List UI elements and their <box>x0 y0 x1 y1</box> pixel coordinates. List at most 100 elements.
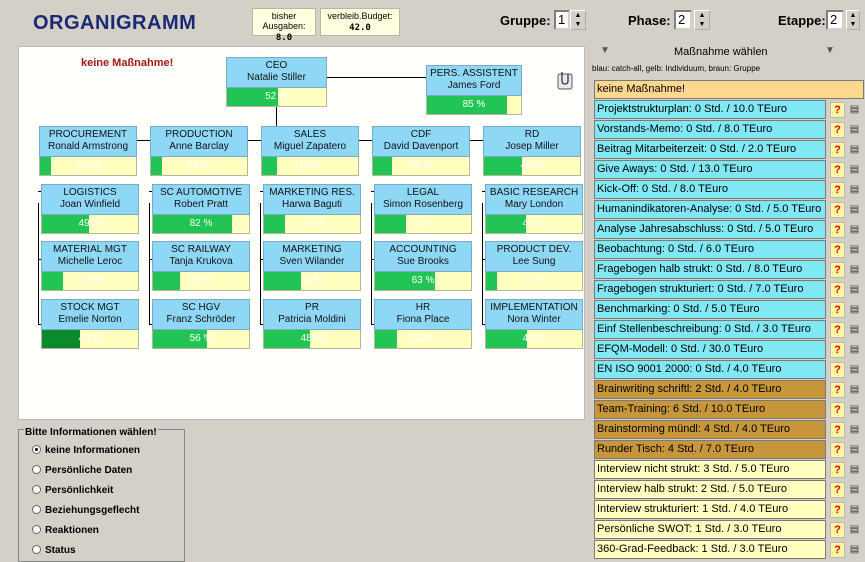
spin-down-icon[interactable]: ▼ <box>695 20 709 29</box>
document-icon[interactable]: ▤ <box>847 282 862 298</box>
org-node-sc-railway[interactable]: SC RAILWAY Tanja Krukova 28 % <box>152 241 250 291</box>
group-spinner-buttons[interactable]: ▲ ▼ <box>570 10 586 30</box>
org-node-marketing[interactable]: MARKETING Sven Wilander 39 % <box>263 241 361 291</box>
org-node-sc-hgv[interactable]: SC HGV Franz Schröder 56 % <box>152 299 250 349</box>
org-node-rd[interactable]: RD Josep Miller 40 % <box>483 126 581 176</box>
help-icon[interactable]: ? <box>830 342 845 358</box>
org-node-production[interactable]: PRODUCTION Anne Barclay 11 % <box>150 126 248 176</box>
org-node-stock-mgt[interactable]: STOCK MGT Emelie Norton 40 % <box>41 299 139 349</box>
measure-row[interactable]: Analyse Jahresabschluss: 0 Std. / 5.0 TE… <box>594 220 864 239</box>
measure-label[interactable]: Einf Stellenbeschreibung: 0 Std. / 3.0 T… <box>594 320 826 339</box>
measure-row[interactable]: Beobachtung: 0 Std. / 6.0 TEuro? ▤ <box>594 240 864 259</box>
help-icon[interactable]: ? <box>830 142 845 158</box>
measures-list[interactable]: keine Maßnahme! Projektstrukturplan: 0 St… <box>594 80 864 562</box>
help-icon[interactable]: ? <box>830 522 845 538</box>
measure-row[interactable]: Kick-Off: 0 Std. / 8.0 TEuro? ▤ <box>594 180 864 199</box>
measure-row[interactable]: Interview strukturiert: 1 Std. / 4.0 TEu… <box>594 500 864 519</box>
measure-label[interactable]: Kick-Off: 0 Std. / 8.0 TEuro <box>594 180 826 199</box>
measure-row[interactable]: EN ISO 9001 2000: 0 Std. / 4.0 TEuro? ▤ <box>594 360 864 379</box>
org-node-ceo[interactable]: CEO Natalie Stiller 52 % <box>226 57 327 107</box>
measure-row[interactable]: Humanindikatoren-Analyse: 0 Std. / 5.0 T… <box>594 200 864 219</box>
measure-row[interactable]: 360-Grad-Feedback: 1 Std. / 3.0 TEuro? ▤ <box>594 540 864 559</box>
org-node-accounting[interactable]: ACCOUNTING Sue Brooks 63 % <box>374 241 472 291</box>
measure-label[interactable]: Projektstrukturplan: 0 Std. / 10.0 TEuro <box>594 100 826 119</box>
phase-spinner-input[interactable]: 2 <box>674 10 692 30</box>
org-node-implementation[interactable]: IMPLEMENTATION Nora Winter 43 % <box>485 299 583 349</box>
measure-row[interactable]: Brainstorming mündl: 4 Std. / 4.0 TEuro?… <box>594 420 864 439</box>
measure-row[interactable]: Benchmarking: 0 Std. / 5.0 TEuro? ▤ <box>594 300 864 319</box>
measure-row[interactable]: Fragebogen strukturiert: 0 Std. / 7.0 TE… <box>594 280 864 299</box>
measure-label[interactable]: EFQM-Modell: 0 Std. / 30.0 TEuro <box>594 340 826 359</box>
measure-row[interactable]: Team-Training: 6 Std. / 10.0 TEuro? ▤ <box>594 400 864 419</box>
info-option[interactable]: Beziehungsgeflecht <box>32 505 139 519</box>
document-icon[interactable]: ▤ <box>847 342 862 358</box>
measure-label[interactable]: Fragebogen halb strukt: 0 Std. / 8.0 TEu… <box>594 260 826 279</box>
measure-label[interactable]: Runder Tisch: 4 Std. / 7.0 TEuro <box>594 440 826 459</box>
info-option[interactable]: Reaktionen <box>32 525 99 539</box>
org-node-legal[interactable]: LEGAL Simon Rosenberg 32 % <box>374 184 472 234</box>
help-icon[interactable]: ? <box>830 542 845 558</box>
org-node-cdf[interactable]: CDF David Davenport 20 % <box>372 126 470 176</box>
document-icon[interactable]: ▤ <box>847 202 862 218</box>
measure-row[interactable]: Give Aways: 0 Std. / 13.0 TEuro? ▤ <box>594 160 864 179</box>
measure-label[interactable]: EN ISO 9001 2000: 0 Std. / 4.0 TEuro <box>594 360 826 379</box>
org-node-basic-research[interactable]: BASIC RESEARCH Mary London 42 % <box>485 184 583 234</box>
measure-label[interactable]: Fragebogen strukturiert: 0 Std. / 7.0 TE… <box>594 280 826 299</box>
measure-label[interactable]: 360-Grad-Feedback: 1 Std. / 3.0 TEuro <box>594 540 826 559</box>
radio-button[interactable] <box>32 485 41 494</box>
document-icon[interactable]: ▤ <box>847 242 862 258</box>
document-icon[interactable]: ▤ <box>847 362 862 378</box>
document-icon[interactable]: ▤ <box>847 262 862 278</box>
measure-row[interactable]: Brainwriting schriftl: 2 Std. / 4.0 TEur… <box>594 380 864 399</box>
measure-row[interactable]: Einf Stellenbeschreibung: 0 Std. / 3.0 T… <box>594 320 864 339</box>
help-icon[interactable]: ? <box>830 482 845 498</box>
document-icon[interactable]: ▤ <box>847 302 862 318</box>
measure-row[interactable]: Runder Tisch: 4 Std. / 7.0 TEuro? ▤ <box>594 440 864 459</box>
spin-up-icon[interactable]: ▲ <box>571 11 585 20</box>
measure-label[interactable]: Team-Training: 6 Std. / 10.0 TEuro <box>594 400 826 419</box>
measure-label[interactable]: Beobachtung: 0 Std. / 6.0 TEuro <box>594 240 826 259</box>
measure-row[interactable]: keine Maßnahme! <box>594 80 864 99</box>
document-icon[interactable]: ▤ <box>847 162 862 178</box>
help-icon[interactable]: ? <box>830 422 845 438</box>
measure-label[interactable]: Interview strukturiert: 1 Std. / 4.0 TEu… <box>594 500 826 519</box>
help-icon[interactable]: ? <box>830 322 845 338</box>
measure-row[interactable]: Interview halb strukt: 2 Std. / 5.0 TEur… <box>594 480 864 499</box>
help-icon[interactable]: ? <box>830 382 845 398</box>
radio-button[interactable] <box>32 525 41 534</box>
group-spinner-input[interactable]: 1 <box>554 10 570 30</box>
org-node-sales[interactable]: SALES Miguel Zapatero 16 % <box>261 126 359 176</box>
measure-label[interactable]: Beitrag Mitarbeiterzeit: 0 Std. / 2.0 TE… <box>594 140 826 159</box>
document-icon[interactable]: ▤ <box>847 542 862 558</box>
org-node-hr[interactable]: HR Fiona Place 23 % <box>374 299 472 349</box>
measure-label[interactable]: Benchmarking: 0 Std. / 5.0 TEuro <box>594 300 826 319</box>
help-icon[interactable]: ? <box>830 242 845 258</box>
help-icon[interactable]: ? <box>830 122 845 138</box>
document-icon[interactable]: ▤ <box>847 382 862 398</box>
document-icon[interactable]: ▤ <box>847 422 862 438</box>
org-node-material-mgt[interactable]: MATERIAL MGT Michelle Leroc 22 % <box>41 241 139 291</box>
radio-button[interactable] <box>32 505 41 514</box>
help-icon[interactable]: ? <box>830 202 845 218</box>
measure-label[interactable]: Analyse Jahresabschluss: 0 Std. / 5.0 TE… <box>594 220 826 239</box>
measure-label[interactable]: Interview halb strukt: 2 Std. / 5.0 TEur… <box>594 480 826 499</box>
spin-down-icon[interactable]: ▼ <box>847 20 859 29</box>
document-icon[interactable]: ▤ <box>847 402 862 418</box>
org-node-procurement[interactable]: PROCUREMENT Ronald Armstrong 11 % <box>39 126 137 176</box>
measure-label[interactable]: Vorstands-Memo: 0 Std. / 8.0 TEuro <box>594 120 826 139</box>
org-node-pr[interactable]: PR Patricia Moldini 48 % <box>263 299 361 349</box>
measure-row[interactable]: Projektstrukturplan: 0 Std. / 10.0 TEuro… <box>594 100 864 119</box>
radio-button[interactable] <box>32 545 41 554</box>
measure-row[interactable]: Fragebogen halb strukt: 0 Std. / 8.0 TEu… <box>594 260 864 279</box>
stage-spinner-input[interactable]: 2 <box>826 10 844 30</box>
help-icon[interactable]: ? <box>830 162 845 178</box>
info-option[interactable]: keine Informationen <box>32 445 140 459</box>
help-icon[interactable]: ? <box>830 282 845 298</box>
document-icon[interactable]: ▤ <box>847 462 862 478</box>
document-icon[interactable]: ▤ <box>847 442 862 458</box>
radio-button[interactable] <box>32 445 41 454</box>
help-icon[interactable]: ? <box>830 362 845 378</box>
org-node-marketing-res[interactable]: MARKETING RES. Harwa Baguti 22 % <box>263 184 361 234</box>
measure-row[interactable]: EFQM-Modell: 0 Std. / 30.0 TEuro? ▤ <box>594 340 864 359</box>
stage-spinner-buttons[interactable]: ▲ ▼ <box>846 10 860 30</box>
